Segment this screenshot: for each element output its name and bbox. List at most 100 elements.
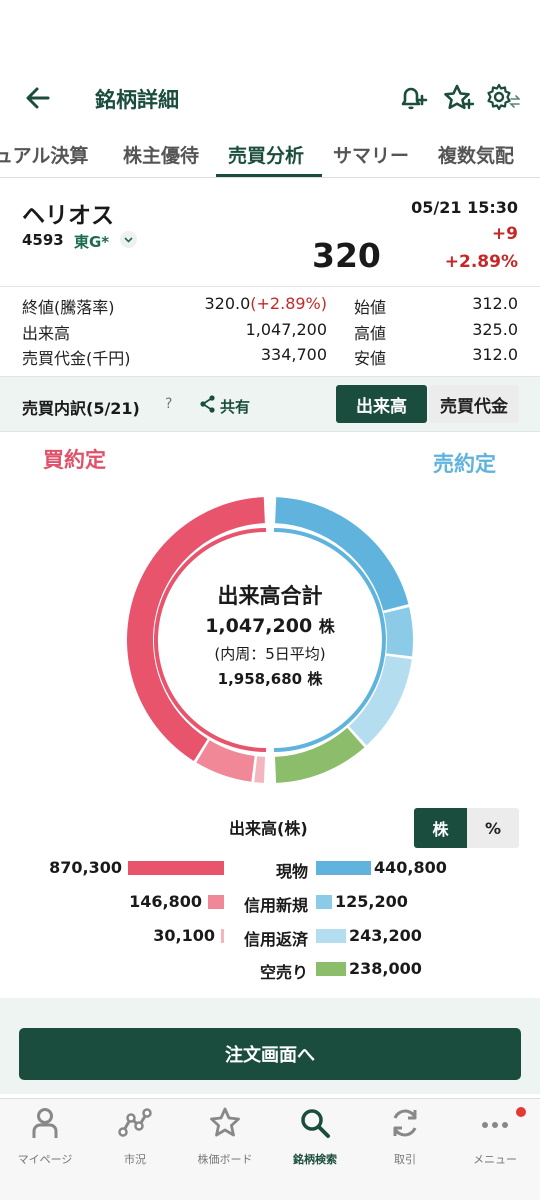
volume-legend-row: 30,100 信用返済 243,200 xyxy=(0,924,540,949)
market-icon xyxy=(118,1108,152,1137)
nav-trade[interactable]: 取引 xyxy=(360,1099,450,1200)
chevron-down-icon[interactable] xyxy=(120,231,137,248)
nav-label: 株価ボード xyxy=(197,1153,253,1166)
buy-volume-bar xyxy=(221,929,224,943)
trade-icon xyxy=(393,1109,417,1137)
order-screen-button[interactable]: 注文画面へ xyxy=(19,1028,521,1080)
nav-my-page[interactable]: マイページ xyxy=(0,1099,90,1200)
nav-menu[interactable]: メニュー xyxy=(450,1099,540,1200)
buy-label: 買約定 xyxy=(43,448,106,472)
back-arrow-icon[interactable] xyxy=(20,80,56,116)
close-label: 終値(騰落率) xyxy=(22,298,115,317)
volume-category-label: 信用新規 xyxy=(243,896,308,915)
price-change: +9 xyxy=(491,224,518,244)
tab-dual-settlement[interactable]: ュアル決算 xyxy=(0,141,88,168)
price-change-percent: +2.89% xyxy=(444,252,518,272)
market-selector[interactable]: 東G* xyxy=(74,231,109,252)
sell-volume-value: 125,200 xyxy=(335,892,408,911)
buy-volume-value: 870,300 xyxy=(49,858,122,877)
nav-stock-search[interactable]: 銘柄検索 xyxy=(270,1099,360,1200)
current-price: 320 xyxy=(312,236,381,275)
outer-ring xyxy=(127,497,413,783)
low-label: 安値 xyxy=(354,349,387,368)
nav-label: 銘柄検索 xyxy=(293,1153,337,1166)
bottom-navigation: マイページ 市況 株価ボード 銘柄検索 取引 メニュー xyxy=(0,1098,540,1200)
section-tabs: ュアル決算 株主優待 売買分析 サマリー 複数気配 xyxy=(0,132,540,178)
share-icon[interactable] xyxy=(199,394,217,414)
buy-volume-bar xyxy=(128,861,224,875)
donut-center-title: 出来高合計 xyxy=(217,584,323,608)
donut-center-subtitle: (内周：5日平均) xyxy=(214,645,326,663)
tab-multiple-quotes[interactable]: 複数気配 xyxy=(438,141,514,168)
high-value: 325.0 xyxy=(472,320,518,339)
volume-category-label: 現物 xyxy=(275,862,308,881)
low-value: 312.0 xyxy=(472,345,518,364)
toggle-volume-button[interactable]: 出来高 xyxy=(336,385,427,423)
stats-row-turnover: 売買代金(千円) 334,700 安値 312.0 xyxy=(0,345,540,369)
close-value: 320.0(+2.89%) xyxy=(204,294,327,313)
stock-name: ヘリオス xyxy=(22,203,114,229)
high-label: 高値 xyxy=(354,324,387,343)
nav-label: マイページ xyxy=(17,1153,73,1166)
star-icon xyxy=(210,1107,240,1137)
unit-percent-toggle[interactable]: % xyxy=(467,808,519,848)
breakdown-header: 売買内訳(5/21) ? 共有 出来高 売買代金 xyxy=(0,376,540,432)
unit-shares-toggle[interactable]: 株 xyxy=(414,808,467,848)
nav-label: 取引 xyxy=(394,1153,416,1166)
settings-gear-icon[interactable] xyxy=(484,80,520,116)
favorite-star-icon[interactable] xyxy=(440,80,476,116)
search-icon xyxy=(301,1109,330,1138)
quote-timestamp: 05/21 15:30 xyxy=(411,198,518,217)
sell-volume-bar xyxy=(316,861,371,875)
nav-market[interactable]: 市況 xyxy=(90,1099,180,1200)
stats-row-volume: 出来高 1,047,200 高値 325.0 xyxy=(0,320,540,344)
inner-ring xyxy=(154,528,386,752)
turnover-value: 334,700 xyxy=(260,345,327,364)
volume-legend-row: 146,800 信用新規 125,200 xyxy=(0,890,540,915)
active-tab-indicator xyxy=(216,174,322,177)
share-button[interactable]: 共有 xyxy=(220,396,250,417)
app-header: 銘柄詳細 xyxy=(0,70,540,126)
help-icon[interactable]: ? xyxy=(165,396,172,412)
sell-volume-value: 238,000 xyxy=(349,959,422,978)
tab-trade-analysis[interactable]: 売買分析 xyxy=(228,141,304,168)
notification-badge xyxy=(516,1107,526,1117)
stock-code: 4593 xyxy=(22,231,64,249)
stats-row-close: 終値(騰落率) 320.0(+2.89%) 始値 312.0 xyxy=(0,294,540,318)
volume-category-label: 空売り xyxy=(259,963,308,982)
page-title: 銘柄詳細 xyxy=(95,88,179,112)
donut-center-total: 1,047,200 株 xyxy=(205,615,335,637)
breakdown-title: 売買内訳(5/21) xyxy=(22,399,140,418)
nav-label: メニュー xyxy=(473,1153,517,1166)
nav-stock-board[interactable]: 株価ボード xyxy=(180,1099,270,1200)
donut-center-average: 1,958,680 株 xyxy=(217,670,323,688)
sell-volume-value: 440,800 xyxy=(374,858,447,877)
volume-donut-chart xyxy=(127,497,413,783)
person-icon xyxy=(32,1108,58,1138)
sell-volume-value: 243,200 xyxy=(349,926,422,945)
buy-volume-value: 30,100 xyxy=(153,926,215,945)
sell-label: 売約定 xyxy=(433,452,496,476)
outer-arc-sell-4 xyxy=(275,727,365,783)
volume-legend-row: 870,300 現物 440,800 xyxy=(0,856,540,881)
volume-label: 出来高 xyxy=(22,324,71,343)
alert-add-icon[interactable] xyxy=(394,80,430,116)
menu-icon xyxy=(482,1122,508,1128)
open-value: 312.0 xyxy=(472,294,518,313)
buy-volume-bar xyxy=(208,895,224,909)
volume-value: 1,047,200 xyxy=(245,320,327,339)
tab-shareholder-benefits[interactable]: 株主優待 xyxy=(123,141,199,168)
tab-summary[interactable]: サマリー xyxy=(333,141,409,168)
sell-volume-bar xyxy=(316,962,346,976)
volume-legend-row: 空売り 238,000 xyxy=(0,957,540,982)
nav-label: 市況 xyxy=(124,1153,146,1166)
sell-volume-bar xyxy=(316,929,346,943)
toggle-turnover-button[interactable]: 売買代金 xyxy=(429,385,519,423)
turnover-label: 売買代金(千円) xyxy=(22,349,131,368)
volume-category-label: 信用返済 xyxy=(243,930,308,949)
open-label: 始値 xyxy=(354,298,387,317)
sell-volume-bar xyxy=(316,895,332,909)
volume-table-title: 出来高(株) xyxy=(229,819,308,838)
buy-volume-value: 146,800 xyxy=(129,892,202,911)
divider xyxy=(0,286,540,287)
